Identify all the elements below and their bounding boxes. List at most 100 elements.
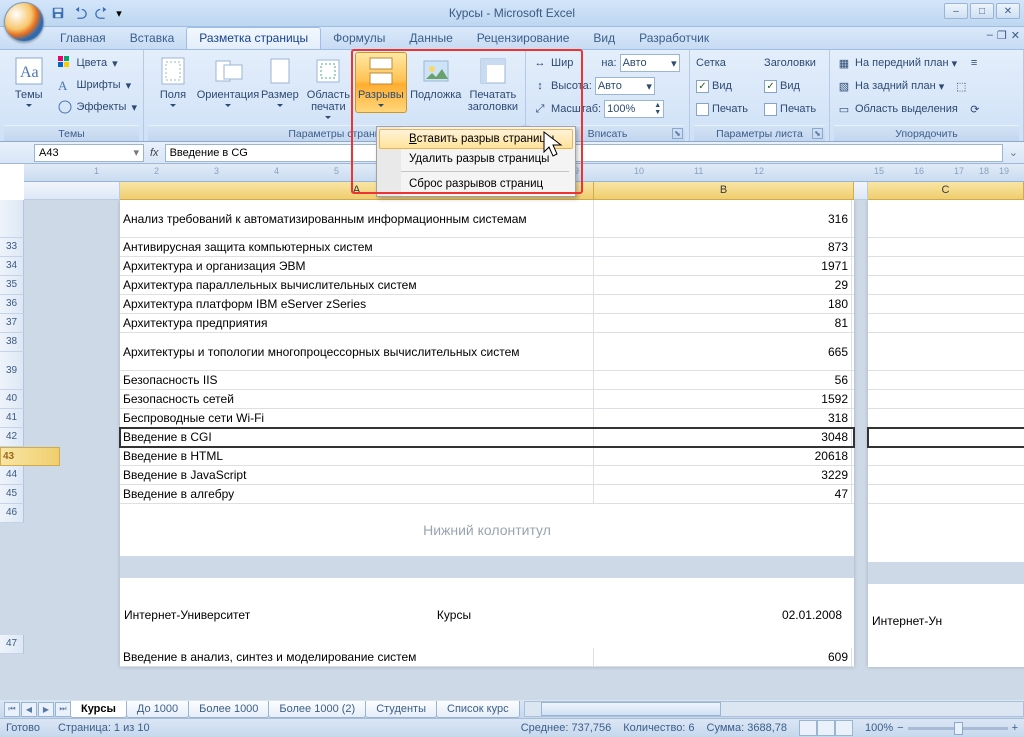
menu-reset-page-breaks[interactable]: Сброс разрывов страниц <box>379 174 573 194</box>
theme-effects-button[interactable]: Эффекты▾ <box>55 96 139 118</box>
table-row[interactable]: Введение в HTML20618 <box>120 447 854 466</box>
sheet-tab-4[interactable]: Студенты <box>365 701 437 718</box>
footer-placeholder[interactable]: Нижний колонтитул <box>120 504 854 556</box>
cell[interactable]: 3229 <box>594 466 852 484</box>
cell[interactable]: 316 <box>594 200 852 237</box>
table-row[interactable]: Анализ требований к автоматизированным и… <box>120 200 854 238</box>
breaks-button[interactable]: Разрывы <box>355 52 407 113</box>
cell[interactable]: 29 <box>594 276 852 294</box>
cell[interactable]: Введение в CGI <box>120 428 594 446</box>
table-row[interactable]: Введение в CGI3048 <box>120 428 854 447</box>
row-header[interactable]: 39 <box>0 352 24 390</box>
cell[interactable]: 56 <box>594 371 852 389</box>
cell[interactable]: Беспроводные сети Wi-Fi <box>120 409 594 427</box>
cell[interactable]: 1971 <box>594 257 852 275</box>
table-row[interactable]: Архитектура предприятия81 <box>120 314 854 333</box>
cell[interactable]: Безопасность IIS <box>120 371 594 389</box>
scale-launcher[interactable]: ⬊ <box>672 128 683 139</box>
tab-review[interactable]: Рецензирование <box>465 28 582 49</box>
sheet-nav-last[interactable]: ⏭ <box>55 702 71 717</box>
row-header[interactable]: 44 <box>0 466 24 485</box>
table-row[interactable]: Введение в алгебру47 <box>120 485 854 504</box>
zoom-slider[interactable] <box>908 727 1008 730</box>
table-row[interactable]: Архитектура и организация ЭВМ1971 <box>120 257 854 276</box>
cell[interactable]: 3048 <box>594 428 852 446</box>
cell[interactable]: 81 <box>594 314 852 332</box>
formula-input[interactable] <box>165 144 1003 162</box>
cell[interactable]: 873 <box>594 238 852 256</box>
tab-home[interactable]: Главная <box>48 28 118 49</box>
headings-print-checkbox[interactable]: Печать <box>762 98 818 120</box>
gridlines-view-checkbox[interactable]: ✓Вид <box>694 75 750 97</box>
cell[interactable]: Архитектуры и топологии многопроцессорны… <box>120 333 594 370</box>
row-header[interactable] <box>0 200 24 238</box>
redo-icon[interactable] <box>92 3 112 23</box>
tab-data[interactable]: Данные <box>397 28 464 49</box>
cell[interactable]: 609 <box>594 648 852 666</box>
tab-view[interactable]: Вид <box>581 28 627 49</box>
gridlines-print-checkbox[interactable]: Печать <box>694 98 750 120</box>
table-row[interactable]: Архитектура параллельных вычислительных … <box>120 276 854 295</box>
orientation-button[interactable]: Ориентация <box>200 52 256 113</box>
close-button[interactable]: ✕ <box>996 3 1020 19</box>
row-header[interactable]: 41 <box>0 409 24 428</box>
row-header[interactable]: 34 <box>0 257 24 276</box>
cell[interactable]: Архитектура параллельных вычислительных … <box>120 276 594 294</box>
menu-remove-page-break[interactable]: Удалить разрыв страницы <box>379 149 573 169</box>
selection-pane-button[interactable]: ▭Область выделения⟳ <box>834 98 985 120</box>
headings-view-checkbox[interactable]: ✓Вид <box>762 75 818 97</box>
minimize-button[interactable]: – <box>944 3 968 19</box>
cell[interactable]: 318 <box>594 409 852 427</box>
print-titles-button[interactable]: Печатать заголовки <box>465 52 521 116</box>
cell[interactable]: 1592 <box>594 390 852 408</box>
sheet-tab-1[interactable]: До 1000 <box>126 701 189 718</box>
table-row[interactable]: Введение в анализ, синтез и моделировани… <box>120 648 854 667</box>
table-row[interactable]: Антивирусная защита компьютерных систем8… <box>120 238 854 257</box>
view-page-break-button[interactable] <box>835 720 853 736</box>
bring-front-button[interactable]: ▦На передний план▾≡ <box>834 52 984 74</box>
zoom-out-button[interactable]: − <box>897 722 903 734</box>
wb-close-button[interactable]: ✕ <box>1011 29 1020 42</box>
table-row[interactable]: Беспроводные сети Wi-Fi318 <box>120 409 854 428</box>
fx-icon[interactable]: fx <box>150 147 159 159</box>
cell[interactable]: Архитектура и организация ЭВМ <box>120 257 594 275</box>
table-row[interactable] <box>868 276 1024 295</box>
office-button[interactable] <box>4 2 44 42</box>
col-header-c[interactable]: C <box>868 182 1024 200</box>
sheet-tab-3[interactable]: Более 1000 (2) <box>268 701 366 718</box>
row-header[interactable]: 40 <box>0 390 24 409</box>
table-row[interactable] <box>868 371 1024 390</box>
table-row[interactable]: Введение в JavaScript3229 <box>120 466 854 485</box>
zoom-thumb[interactable] <box>954 722 963 735</box>
save-icon[interactable] <box>48 3 68 23</box>
table-row[interactable] <box>868 238 1024 257</box>
qat-customize-icon[interactable]: ▾ <box>114 3 124 23</box>
row-header[interactable]: 45 <box>0 485 24 504</box>
row-header[interactable]: 37 <box>0 314 24 333</box>
table-row[interactable]: Архитектура платформ IBM eServer zSeries… <box>120 295 854 314</box>
wb-restore-button[interactable]: ❐ <box>997 29 1007 42</box>
undo-icon[interactable] <box>70 3 90 23</box>
align-icon[interactable]: ≡ <box>966 55 982 71</box>
sheet-nav-first[interactable]: ⏮ <box>4 702 20 717</box>
row-header[interactable]: 38 <box>0 333 24 352</box>
sheet-tab-0[interactable]: Курсы <box>70 701 127 718</box>
table-row[interactable] <box>868 466 1024 485</box>
row-header[interactable]: 33 <box>0 238 24 257</box>
cell[interactable]: Анализ требований к автоматизированным и… <box>120 200 594 237</box>
table-row[interactable] <box>868 200 1024 238</box>
cell[interactable]: Введение в JavaScript <box>120 466 594 484</box>
row-header[interactable]: 47 <box>0 635 24 654</box>
sheet-nav-prev[interactable]: ◀ <box>21 702 37 717</box>
cell[interactable]: Антивирусная защита компьютерных систем <box>120 238 594 256</box>
background-button[interactable]: Подложка <box>409 52 463 104</box>
tab-page-layout[interactable]: Разметка страницы <box>186 27 321 49</box>
print-area-button[interactable]: Область печати <box>304 52 353 125</box>
tab-insert[interactable]: Вставка <box>118 28 187 49</box>
zoom-in-button[interactable]: + <box>1012 722 1018 734</box>
sheet-nav-next[interactable]: ▶ <box>38 702 54 717</box>
sheet-tab-5[interactable]: Список курс <box>436 701 520 718</box>
table-row[interactable] <box>868 390 1024 409</box>
table-row[interactable] <box>868 409 1024 428</box>
cell[interactable]: Безопасность сетей <box>120 390 594 408</box>
